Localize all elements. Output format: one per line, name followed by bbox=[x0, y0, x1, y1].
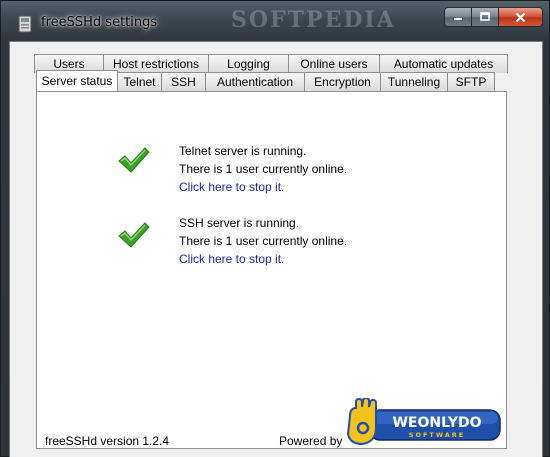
tab-ssh[interactable]: SSH bbox=[161, 72, 206, 91]
watermark: SOFTPEDIA bbox=[231, 7, 396, 33]
telnet-status: Telnet server is running. There is 1 use… bbox=[179, 142, 347, 196]
tab-sftp[interactable]: SFTP bbox=[447, 72, 495, 91]
logo-text-top: WEONLYDO bbox=[392, 415, 481, 431]
maximize-button[interactable] bbox=[472, 7, 499, 27]
check-icon bbox=[118, 222, 150, 248]
server-status-panel: Telnet server is running. There is 1 use… bbox=[36, 91, 507, 449]
app-icon[interactable] bbox=[18, 15, 32, 33]
tab-online-users[interactable]: Online users bbox=[288, 54, 380, 73]
tab-server-status[interactable]: Server status bbox=[36, 70, 118, 91]
close-icon bbox=[515, 12, 526, 22]
tab-row-front: Server status Telnet SSH Authentication … bbox=[36, 70, 495, 91]
maximize-icon bbox=[480, 12, 490, 21]
minimize-button[interactable] bbox=[444, 7, 472, 27]
window-title: freeSSHd settings bbox=[41, 15, 158, 30]
telnet-users-text: There is 1 user currently online. bbox=[179, 162, 348, 176]
ssh-users-text: There is 1 user currently online. bbox=[179, 234, 348, 248]
tab-tunneling[interactable]: Tunneling bbox=[380, 72, 448, 91]
title-bar[interactable]: freeSSHd settings SOFTPEDIA bbox=[1, 1, 550, 41]
ssh-running-text: SSH server is running. bbox=[179, 216, 300, 230]
close-button[interactable] bbox=[499, 7, 543, 27]
ssh-stop-link[interactable]: Click here to stop it. bbox=[179, 250, 347, 268]
tab-automatic-updates[interactable]: Automatic updates bbox=[379, 54, 508, 73]
logo-text-bottom: SOFTWARE bbox=[409, 431, 465, 439]
tab-encryption[interactable]: Encryption bbox=[304, 72, 381, 91]
version-label: freeSSHd version 1.2.4 bbox=[45, 434, 170, 448]
ssh-status: SSH server is running. There is 1 user c… bbox=[179, 214, 347, 268]
minimize-icon bbox=[454, 18, 462, 20]
dialog-client-area: Users Host restrictions Logging Online u… bbox=[9, 41, 543, 457]
telnet-running-text: Telnet server is running. bbox=[179, 144, 307, 158]
telnet-stop-link[interactable]: Click here to stop it. bbox=[179, 178, 347, 196]
weonlydo-logo[interactable]: WEONLYDO SOFTWARE bbox=[344, 398, 504, 448]
tab-logging[interactable]: Logging bbox=[208, 54, 289, 73]
tab-telnet[interactable]: Telnet bbox=[117, 72, 162, 91]
window-controls bbox=[444, 7, 543, 29]
window-frame: freeSSHd settings SOFTPEDIA Users Host r… bbox=[0, 0, 550, 457]
check-icon bbox=[118, 147, 150, 173]
tab-host-restrictions[interactable]: Host restrictions bbox=[103, 54, 209, 73]
tab-authentication[interactable]: Authentication bbox=[205, 72, 305, 91]
powered-by-label: Powered by bbox=[279, 434, 343, 448]
